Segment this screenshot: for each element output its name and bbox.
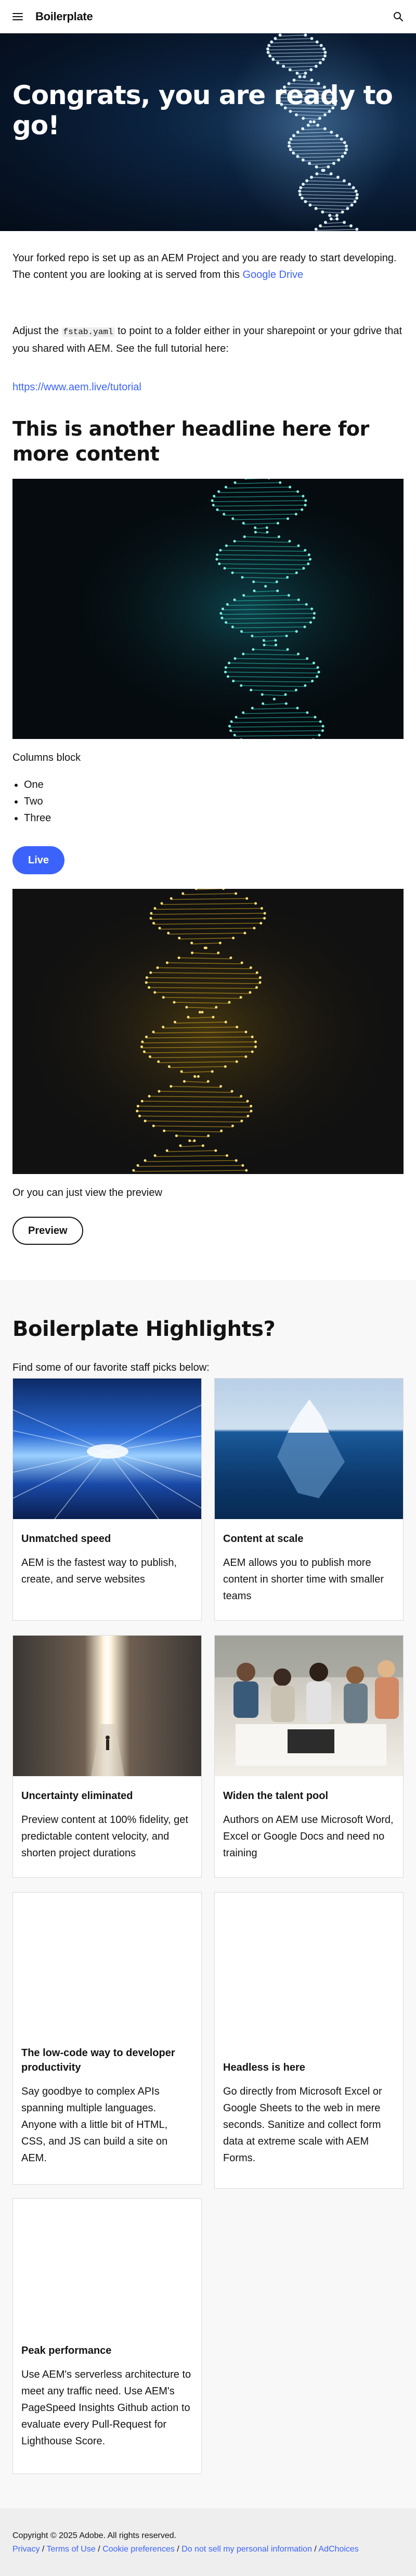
footer-separator: / — [174, 2545, 182, 2554]
intro-line-1: Your forked repo is set up as an AEM Pro… — [12, 252, 397, 264]
columns-list: One Two Three — [24, 776, 51, 826]
preview-button[interactable]: Preview — [12, 1217, 83, 1245]
card-title: The low-code way to developer productivi… — [21, 2047, 175, 2073]
footer-link-privacy[interactable]: Privacy — [12, 2545, 40, 2554]
footer-link-terms[interactable]: Terms of Use — [47, 2545, 96, 2554]
card-title: Peak performance — [21, 2345, 112, 2356]
search-icon[interactable] — [393, 11, 404, 22]
card-text: Use AEM's serverless architecture to mee… — [21, 2369, 191, 2447]
copyright-text: Copyright © 2025 Adobe. All rights reser… — [12, 2531, 177, 2540]
card-text: AEM allows you to publish more content i… — [223, 1557, 384, 1602]
card-low-code[interactable]: The low-code way to developer productivi… — [12, 1892, 202, 2185]
highlights-title: Boilerplate Highlights? — [12, 1317, 276, 1341]
live-button[interactable]: Live — [12, 846, 65, 874]
card-title: Uncertainty eliminated — [21, 1790, 133, 1802]
card-title: Unmatched speed — [21, 1533, 111, 1545]
card-title: Widen the talent pool — [223, 1790, 329, 1802]
brand-logo[interactable]: Boilerplate — [35, 10, 93, 23]
footer-separator: / — [311, 2545, 319, 2554]
card-content-at-scale[interactable]: Content at scale AEM allows you to publi… — [214, 1378, 404, 1621]
hero-banner: Congrats, you are ready to go! — [0, 33, 416, 231]
highlights-subtitle: Find some of our favorite staff picks be… — [12, 1362, 210, 1373]
speed-tunnel-image — [13, 1379, 201, 1519]
hamburger-menu-icon[interactable] — [12, 13, 23, 20]
fstab-code: fstab.yaml — [61, 327, 115, 337]
speed-lines-graphic — [13, 1405, 201, 1519]
intro-line-2: The content you are looking at is served… — [12, 269, 243, 280]
card-text: Say goodbye to complex APIs spanning mul… — [21, 2086, 168, 2164]
iceberg-image — [215, 1379, 403, 1519]
site-footer: Copyright © 2025 Adobe. All rights reser… — [0, 2508, 416, 2576]
section-headline: This is another headline here for more c… — [12, 417, 369, 465]
list-item: One — [24, 776, 51, 793]
card-headless[interactable]: Headless is here Go directly from Micros… — [214, 1892, 404, 2189]
card-text: AEM is the fastest way to publish, creat… — [21, 1557, 177, 1585]
intro-paragraph: Your forked repo is set up as an AEM Pro… — [12, 250, 404, 283]
preview-text: Or you can just view the preview — [12, 1187, 162, 1198]
card-title: Headless is here — [223, 2062, 305, 2073]
card-image-placeholder — [13, 2199, 201, 2331]
footer-links: Privacy / Terms of Use / Cookie preferen… — [12, 2543, 404, 2556]
tutorial-paragraph: https://www.aem.live/tutorial — [12, 379, 404, 396]
doorway-light-image — [13, 1636, 201, 1776]
tutorial-link[interactable]: https://www.aem.live/tutorial — [12, 381, 141, 393]
footer-separator: / — [95, 2545, 103, 2554]
footer-link-do-not-sell[interactable]: Do not sell my personal information — [181, 2545, 312, 2554]
footer-link-adchoices[interactable]: AdChoices — [318, 2545, 358, 2554]
footer-separator: / — [40, 2545, 47, 2554]
highlights-section: Boilerplate Highlights? Find some of our… — [0, 1280, 416, 2508]
card-unmatched-speed[interactable]: Unmatched speed AEM is the fastest way t… — [12, 1378, 202, 1621]
card-uncertainty-eliminated[interactable]: Uncertainty eliminated Preview content a… — [12, 1635, 202, 1878]
footer-link-cookies[interactable]: Cookie preferences — [102, 2545, 175, 2554]
card-text: Preview content at 100% fidelity, get pr… — [21, 1814, 188, 1859]
dna-particles-graphic — [12, 479, 404, 739]
gold-dna-graphic — [12, 889, 404, 1174]
card-text: Go directly from Microsoft Excel or Goog… — [223, 2086, 382, 2164]
iceberg-graphic — [277, 1399, 345, 1498]
team-meeting-image — [215, 1636, 403, 1776]
list-item: Three — [24, 810, 51, 826]
person-silhouette-graphic — [91, 1724, 124, 1776]
list-item: Two — [24, 793, 51, 810]
gold-dna-image — [12, 889, 404, 1174]
google-drive-link[interactable]: Google Drive — [242, 269, 303, 280]
card-widen-talent-pool[interactable]: Widen the talent pool Authors on AEM use… — [214, 1635, 404, 1878]
adjust-paragraph: Adjust the fstab.yaml to point to a fold… — [12, 323, 404, 357]
card-peak-performance[interactable]: Peak performance Use AEM's serverless ar… — [12, 2198, 202, 2474]
columns-label: Columns block — [12, 752, 81, 763]
card-image-placeholder — [13, 1893, 201, 2033]
adjust-prefix-text: Adjust the — [12, 325, 62, 337]
site-header: Boilerplate — [0, 0, 416, 33]
card-title: Content at scale — [223, 1533, 304, 1545]
hero-title: Congrats, you are ready to go! — [12, 80, 393, 141]
team-people-graphic — [215, 1636, 403, 1766]
dna-particles-image — [12, 479, 404, 739]
card-image-placeholder — [215, 1893, 403, 2048]
card-text: Authors on AEM use Microsoft Word, Excel… — [223, 1814, 394, 1859]
